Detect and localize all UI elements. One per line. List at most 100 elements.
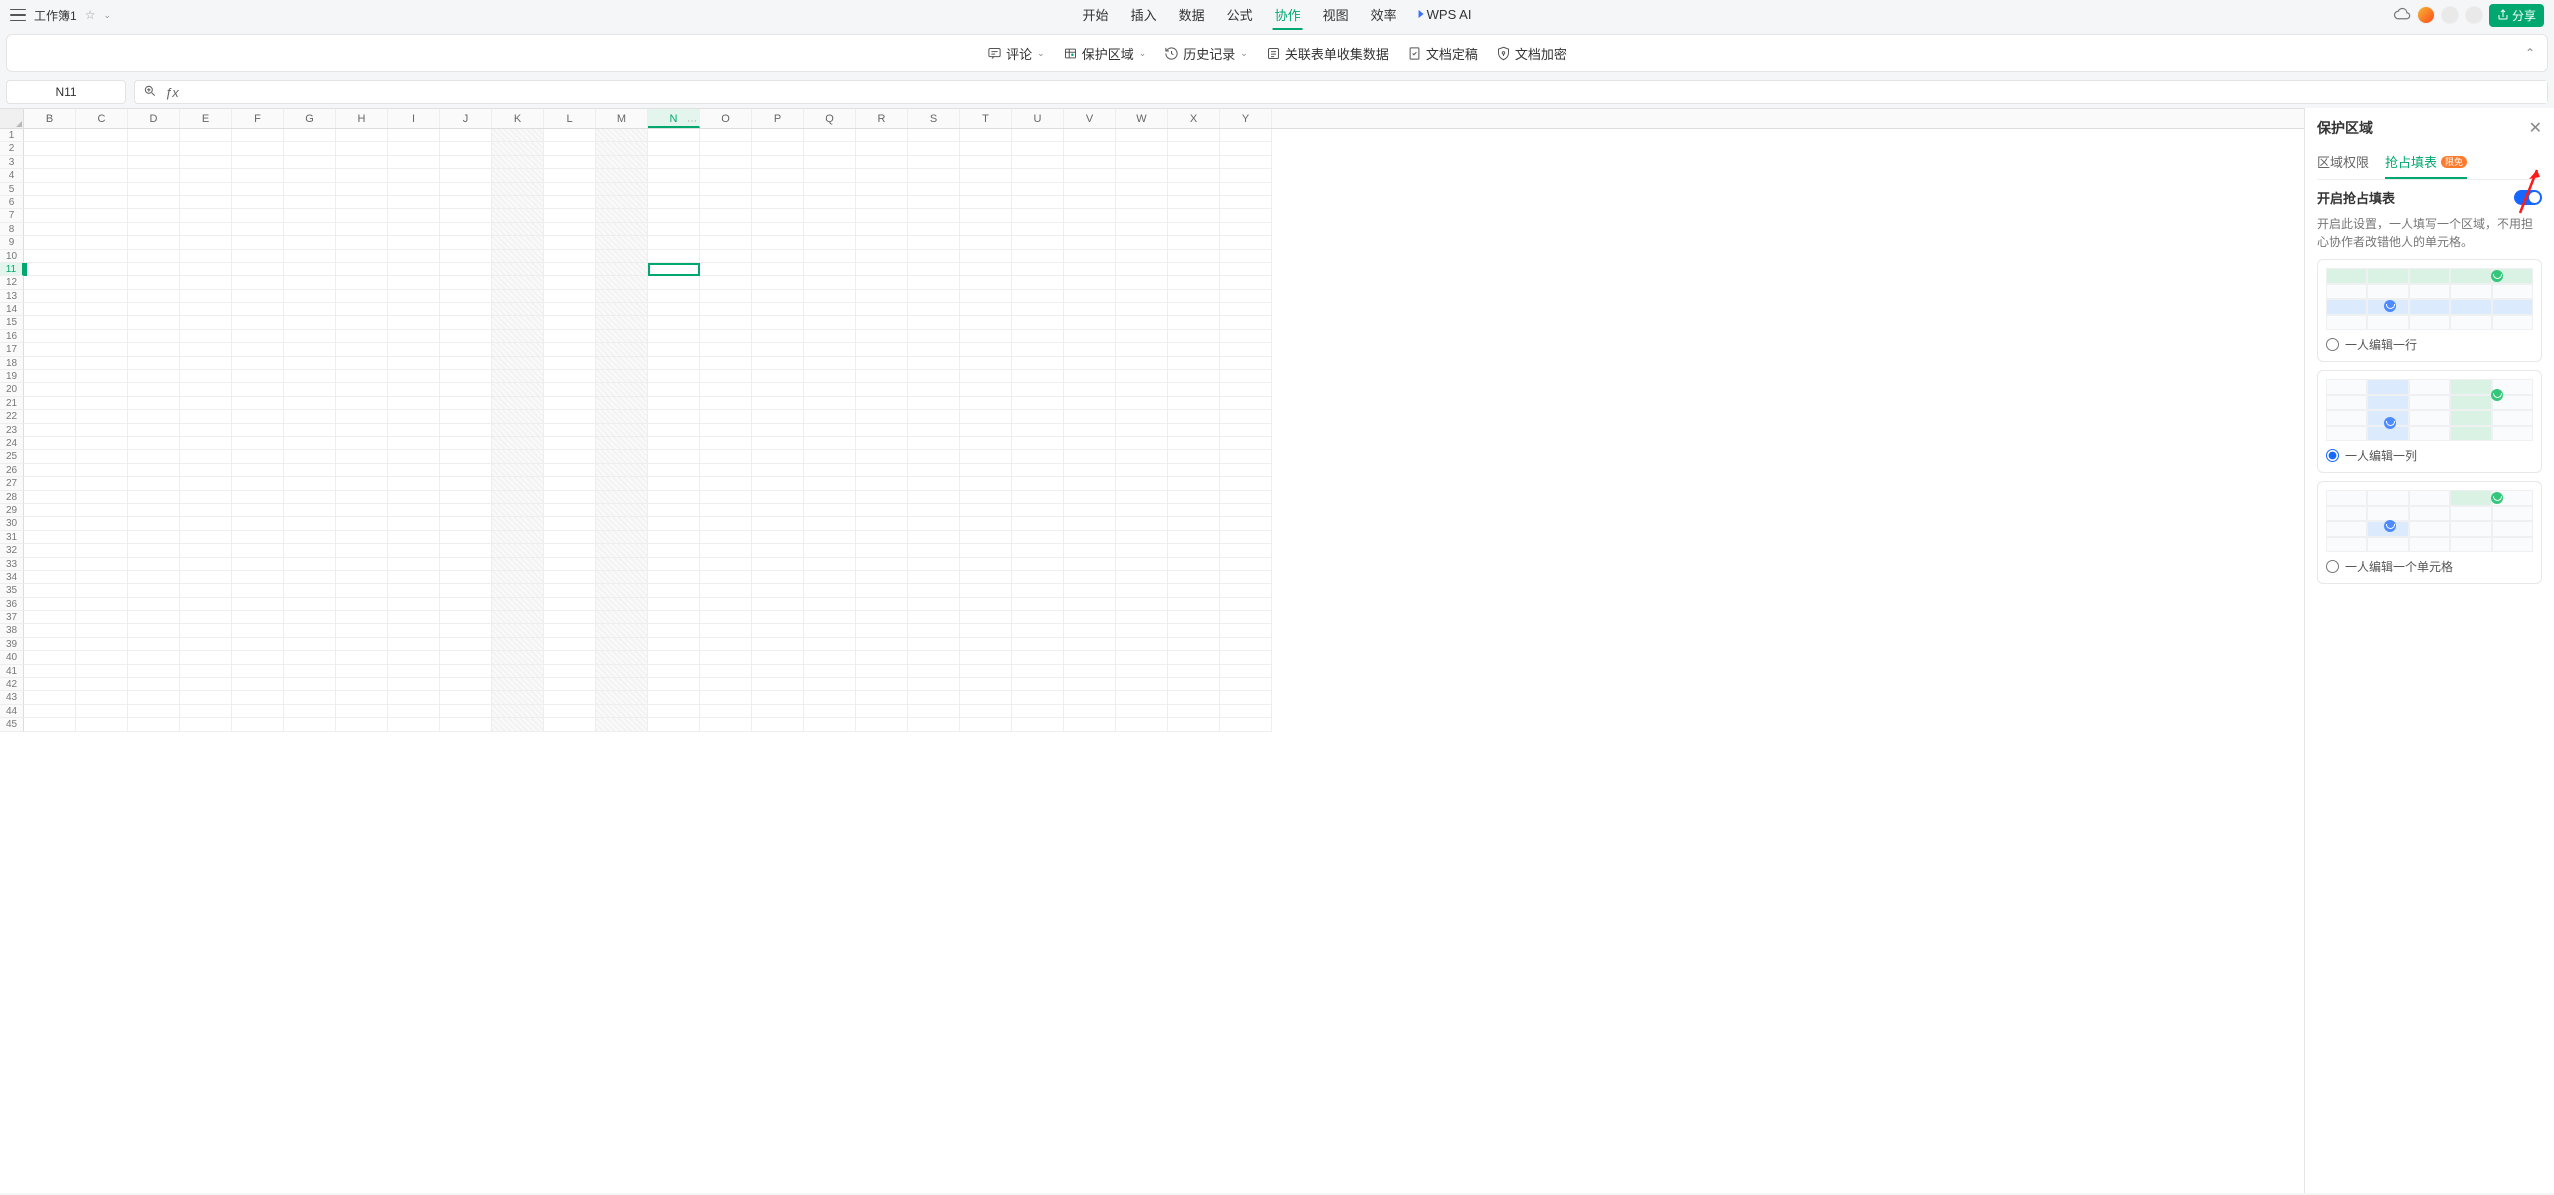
cell[interactable] xyxy=(804,250,856,263)
cell[interactable] xyxy=(76,209,128,222)
cell[interactable] xyxy=(596,464,648,477)
cell[interactable] xyxy=(492,651,544,664)
cell[interactable] xyxy=(752,156,804,169)
cell[interactable] xyxy=(1168,209,1220,222)
cell[interactable] xyxy=(596,437,648,450)
cell[interactable] xyxy=(752,169,804,182)
cell[interactable] xyxy=(960,651,1012,664)
cell[interactable] xyxy=(960,343,1012,356)
cell[interactable] xyxy=(544,598,596,611)
cell[interactable] xyxy=(1168,410,1220,423)
cell[interactable] xyxy=(388,571,440,584)
cell[interactable] xyxy=(388,491,440,504)
col-header-W[interactable]: W xyxy=(1116,109,1168,128)
cell[interactable] xyxy=(128,156,180,169)
cell[interactable] xyxy=(908,129,960,142)
cell[interactable] xyxy=(180,665,232,678)
cell[interactable] xyxy=(24,477,76,490)
cell[interactable] xyxy=(1116,691,1168,704)
cell[interactable] xyxy=(648,357,700,370)
cell[interactable] xyxy=(336,491,388,504)
cell[interactable] xyxy=(544,330,596,343)
cell[interactable] xyxy=(388,464,440,477)
cell[interactable] xyxy=(336,129,388,142)
cell[interactable] xyxy=(544,624,596,637)
cell[interactable] xyxy=(804,223,856,236)
cell[interactable] xyxy=(336,611,388,624)
cell[interactable] xyxy=(76,129,128,142)
cell[interactable] xyxy=(960,477,1012,490)
col-header-H[interactable]: H xyxy=(336,109,388,128)
cell[interactable] xyxy=(856,558,908,571)
cell[interactable] xyxy=(76,638,128,651)
cell[interactable] xyxy=(960,263,1012,276)
cell[interactable] xyxy=(24,357,76,370)
cell[interactable] xyxy=(76,491,128,504)
cell[interactable] xyxy=(1116,611,1168,624)
cell[interactable] xyxy=(544,370,596,383)
cell[interactable] xyxy=(544,383,596,396)
cell[interactable] xyxy=(24,236,76,249)
cell[interactable] xyxy=(492,250,544,263)
cell[interactable] xyxy=(180,397,232,410)
cell[interactable] xyxy=(1220,276,1272,289)
cell[interactable] xyxy=(544,236,596,249)
cell[interactable] xyxy=(388,665,440,678)
cell[interactable] xyxy=(24,450,76,463)
cell[interactable] xyxy=(284,410,336,423)
row-header[interactable]: 38 xyxy=(0,624,24,637)
cell[interactable] xyxy=(908,276,960,289)
cell[interactable] xyxy=(336,571,388,584)
cell[interactable] xyxy=(960,383,1012,396)
cell[interactable] xyxy=(440,236,492,249)
cell[interactable] xyxy=(1064,491,1116,504)
cell[interactable] xyxy=(180,504,232,517)
cell[interactable] xyxy=(1168,437,1220,450)
cell[interactable] xyxy=(24,691,76,704)
cell[interactable] xyxy=(440,383,492,396)
cell[interactable] xyxy=(24,624,76,637)
cell[interactable] xyxy=(700,598,752,611)
cell[interactable] xyxy=(336,209,388,222)
cell[interactable] xyxy=(700,544,752,557)
cell[interactable] xyxy=(1064,424,1116,437)
cell[interactable] xyxy=(1168,129,1220,142)
cell[interactable] xyxy=(804,450,856,463)
cell[interactable] xyxy=(908,665,960,678)
cell[interactable] xyxy=(700,638,752,651)
row-header[interactable]: 39 xyxy=(0,638,24,651)
cell[interactable] xyxy=(440,571,492,584)
cell[interactable] xyxy=(908,424,960,437)
cell[interactable] xyxy=(1064,651,1116,664)
cell[interactable] xyxy=(1116,236,1168,249)
cell[interactable] xyxy=(960,571,1012,584)
cell[interactable] xyxy=(544,183,596,196)
cell[interactable] xyxy=(1220,169,1272,182)
cell[interactable] xyxy=(596,584,648,597)
cell[interactable] xyxy=(284,624,336,637)
cell[interactable] xyxy=(440,718,492,731)
cell[interactable] xyxy=(596,531,648,544)
cell[interactable] xyxy=(1064,370,1116,383)
row-header[interactable]: 18 xyxy=(0,357,24,370)
cell[interactable] xyxy=(232,316,284,329)
cell[interactable] xyxy=(1116,129,1168,142)
cell[interactable] xyxy=(804,370,856,383)
cell[interactable] xyxy=(232,397,284,410)
cell[interactable] xyxy=(76,383,128,396)
cell[interactable] xyxy=(596,290,648,303)
cell[interactable] xyxy=(336,183,388,196)
cell[interactable] xyxy=(128,330,180,343)
cell[interactable] xyxy=(700,571,752,584)
cell[interactable] xyxy=(24,517,76,530)
cell[interactable] xyxy=(648,383,700,396)
cell[interactable] xyxy=(1116,343,1168,356)
cell[interactable] xyxy=(856,691,908,704)
cell[interactable] xyxy=(492,357,544,370)
cell[interactable] xyxy=(1168,584,1220,597)
cell[interactable] xyxy=(960,504,1012,517)
cell[interactable] xyxy=(440,303,492,316)
cell[interactable] xyxy=(284,196,336,209)
cell[interactable] xyxy=(596,598,648,611)
cell[interactable] xyxy=(232,718,284,731)
